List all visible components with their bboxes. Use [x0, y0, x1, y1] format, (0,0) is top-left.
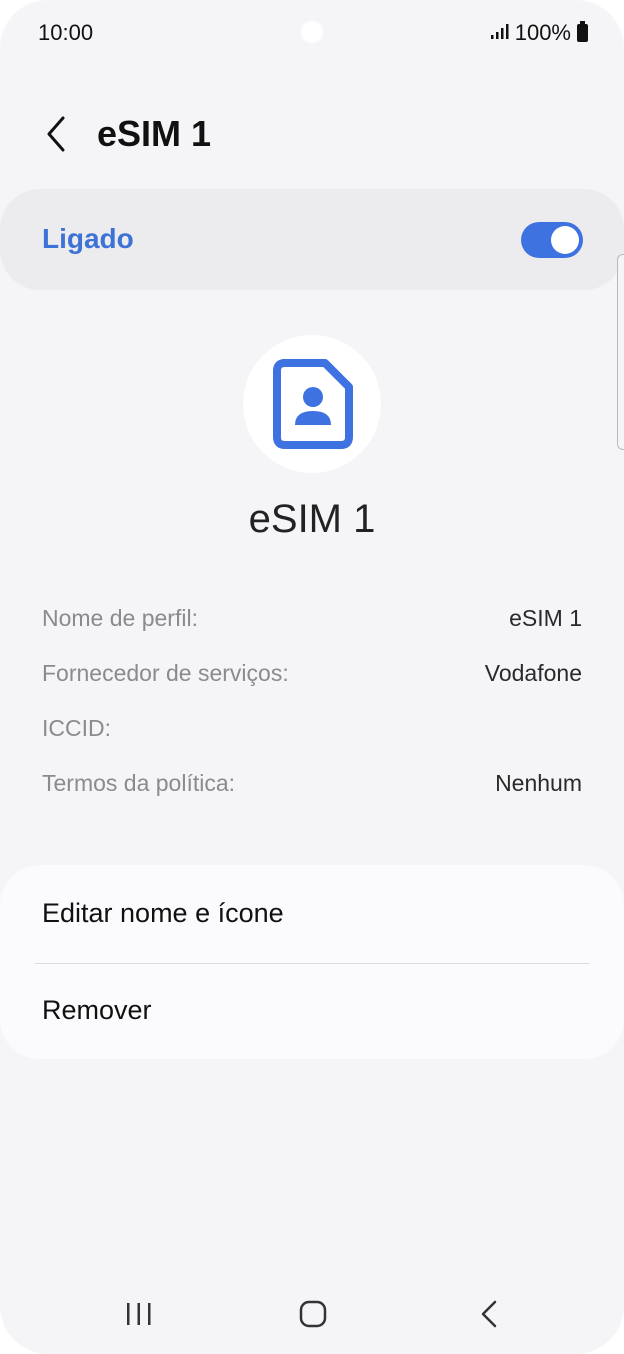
signal-bars-icon [490, 20, 509, 46]
detail-value: Nenhum [495, 770, 582, 796]
back-button[interactable] [36, 112, 76, 156]
detail-label: Nome de perfil: [42, 605, 198, 631]
home-icon [299, 1300, 327, 1328]
actions-card [0, 865, 624, 1059]
contact-card-icon [273, 359, 353, 454]
page-title: eSIM 1 [97, 113, 212, 154]
toggle-label: Ligado [42, 223, 134, 254]
detail-value: eSIM 1 [509, 605, 582, 631]
detail-row-profile-name: Nome de perfil: eSIM 1 [42, 605, 582, 639]
detail-label: Termos da política: [42, 770, 236, 796]
scroll-handle[interactable] [617, 254, 624, 450]
home-button[interactable] [292, 1294, 334, 1334]
back-icon [481, 1300, 497, 1328]
divider [35, 963, 590, 964]
battery-icon [577, 21, 588, 42]
remove-button[interactable]: Remover [42, 995, 152, 1026]
recents-icon [127, 1303, 151, 1325]
battery-percent: 100% [514, 20, 571, 45]
detail-label: Fornecedor de serviços: [42, 660, 289, 686]
detail-row-iccid: ICCID: [42, 715, 582, 749]
esim-enable-switch[interactable] [521, 222, 583, 258]
status-indicators: 100% [490, 20, 588, 46]
detail-value: Vodafone [484, 660, 582, 686]
nav-back-button[interactable] [468, 1294, 510, 1334]
screen: 10:00 100% eSIM 1 Ligado eSIM 1 Nome de … [0, 0, 624, 1354]
detail-label: ICCID: [42, 715, 111, 741]
camera-cutout [301, 21, 323, 43]
profile-name: eSIM 1 [248, 497, 376, 541]
switch-knob [551, 226, 579, 254]
detail-row-provider: Fornecedor de serviços: Vodafone [42, 660, 582, 694]
edit-name-icon-button[interactable]: Editar nome e ícone [42, 898, 284, 929]
chevron-left-icon [47, 116, 65, 152]
status-time: 10:00 [38, 20, 94, 45]
detail-row-policy-terms: Termos da política: Nenhum [42, 770, 582, 804]
recents-button[interactable] [118, 1294, 160, 1334]
